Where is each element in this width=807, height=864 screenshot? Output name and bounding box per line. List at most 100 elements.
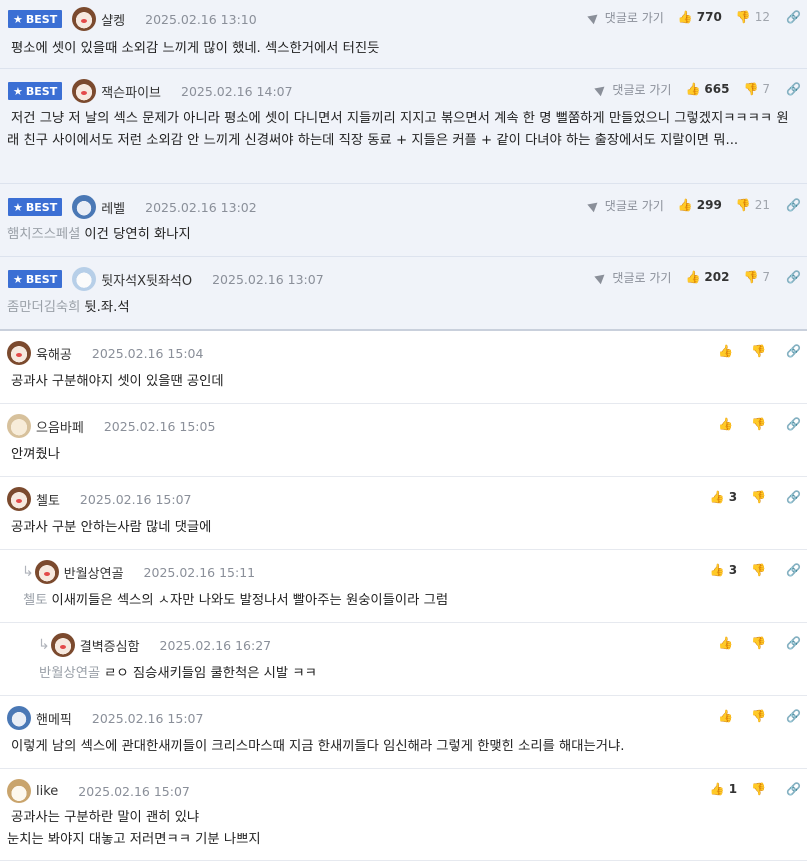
comment-author[interactable]: 첼토 xyxy=(36,490,60,509)
reply-target[interactable]: 햄치즈스페셜 xyxy=(7,227,80,242)
goto-comment-button[interactable]: 댓글로 가기 xyxy=(594,81,671,98)
thumbs-down-icon: 👎 xyxy=(751,344,767,358)
send-arrow-icon xyxy=(587,10,601,24)
downvote-button[interactable]: 👎 xyxy=(751,637,770,649)
reply-target[interactable]: 좀만더김숙희 xyxy=(7,300,80,315)
avatar[interactable] xyxy=(72,267,97,291)
avatar[interactable] xyxy=(7,487,31,511)
link-icon[interactable]: 🔗 xyxy=(786,82,801,96)
avatar[interactable] xyxy=(7,341,31,365)
comment-author[interactable]: 뒷자석X뒷좌석O xyxy=(101,270,192,289)
comment-text: 이건 당연히 화나지 xyxy=(84,227,191,242)
best-comment: ★ BEST 샬켕 2025.02.16 13:10 댓글로 가기 👍 770 👎 1… xyxy=(0,0,807,69)
comment-text: ㄹㅇ 짐승새키들임 쿨한척은 시발 ㅋㅋ xyxy=(104,666,317,681)
downvote-button[interactable]: 👎 12 xyxy=(736,10,770,24)
comment-date: 2025.02.16 15:07 xyxy=(78,783,190,799)
comment-author[interactable]: 육해공 xyxy=(36,344,72,363)
thumbs-up-icon: 👍 xyxy=(677,198,693,212)
comment-date: 2025.02.16 13:07 xyxy=(212,271,324,287)
link-icon[interactable]: 🔗 xyxy=(786,563,801,577)
downvote-button[interactable]: 👎 21 xyxy=(736,198,770,212)
goto-comment-button[interactable]: 댓글로 가기 xyxy=(594,269,671,286)
thumbs-up-icon: 👍 xyxy=(718,636,734,650)
comment-date: 2025.02.16 15:07 xyxy=(79,491,192,507)
upvote-button[interactable]: 👍 299 xyxy=(678,198,722,212)
comment-text: 저건 그냥 저 날의 섹스 문제가 아니라 평소에 셋이 다니면서 지들끼리 지… xyxy=(7,111,789,148)
comment-author[interactable]: like xyxy=(36,784,58,799)
reply-target[interactable]: 첼토 xyxy=(23,593,47,608)
comment-author[interactable]: 반월상연골 xyxy=(64,563,124,582)
comment-date: 2025.02.16 15:04 xyxy=(91,345,204,361)
link-icon[interactable]: 🔗 xyxy=(786,270,801,284)
comment-author[interactable]: 으음바페 xyxy=(36,417,84,436)
comment-author[interactable]: 결벽증심함 xyxy=(80,636,140,655)
star-icon: ★ xyxy=(13,12,23,26)
upvote-button[interactable]: 👍 1 xyxy=(710,782,737,796)
downvote-button[interactable]: 👎 xyxy=(751,783,770,795)
comment-text: 공과사 구분 안하는사람 많네 댓글에 xyxy=(11,520,212,535)
downvote-button[interactable]: 👎 7 xyxy=(743,82,770,96)
link-icon[interactable]: 🔗 xyxy=(786,709,801,723)
comment-author[interactable]: 잭슨파이브 xyxy=(101,82,161,101)
thumbs-down-icon: 👎 xyxy=(751,563,767,577)
comment-text: 공과사는 구분하란 말이 괜히 있냐 눈치는 봐야지 대놓고 저러면ㅋㅋ 기분 … xyxy=(7,810,261,847)
upvote-button[interactable]: 👍 202 xyxy=(685,270,729,284)
downvote-button[interactable]: 👎 xyxy=(751,564,770,576)
comment-date: 2025.02.16 13:02 xyxy=(145,199,257,215)
comment-author[interactable]: 샬켕 xyxy=(101,10,125,29)
best-badge: ★ BEST xyxy=(8,82,63,100)
avatar[interactable] xyxy=(7,706,31,730)
best-comment: ★ BEST 레벨 2025.02.16 13:02 댓글로 가기 👍 299 👎 2… xyxy=(0,184,807,257)
link-icon[interactable]: 🔗 xyxy=(786,636,801,650)
thumbs-up-icon: 👍 xyxy=(718,709,734,723)
comment: 으음바페 2025.02.16 15:05 👍 👎 🔗 안껴줬나 xyxy=(0,404,807,477)
upvote-button[interactable]: 👍 3 xyxy=(710,490,737,504)
downvote-button[interactable]: 👎 xyxy=(751,345,770,357)
avatar[interactable] xyxy=(50,633,75,657)
link-icon[interactable]: 🔗 xyxy=(786,10,801,24)
comment-author[interactable]: 핸메픽 xyxy=(36,709,72,728)
upvote-button[interactable]: 👍 3 xyxy=(710,563,737,577)
upvote-button[interactable]: 👍 xyxy=(718,710,737,722)
downvote-button[interactable]: 👎 xyxy=(751,710,770,722)
comment: 육해공 2025.02.16 15:04 👍 👎 🔗 공과사 구분해야지 셋이 … xyxy=(0,331,807,404)
link-icon[interactable]: 🔗 xyxy=(786,344,801,358)
reply-comment: ↳ 반월상연골 2025.02.16 15:11 👍 3 👎 🔗 첼토 이새끼들은 … xyxy=(0,550,807,623)
avatar[interactable] xyxy=(7,779,31,803)
comment-text: 공과사 구분해야지 셋이 있을땐 공인데 xyxy=(11,374,224,389)
comment-list: ★ BEST 샬켕 2025.02.16 13:10 댓글로 가기 👍 770 👎 1… xyxy=(0,0,807,861)
comment: 첼토 2025.02.16 15:07 👍 3 👎 🔗 공과사 구분 안하는사람 … xyxy=(0,477,807,550)
reply-target[interactable]: 반월상연골 xyxy=(39,666,100,681)
downvote-button[interactable]: 👎 7 xyxy=(743,270,770,284)
comment-date: 2025.02.16 15:07 xyxy=(91,710,204,726)
thumbs-down-icon: 👎 xyxy=(751,709,767,723)
upvote-button[interactable]: 👍 xyxy=(718,345,737,357)
avatar[interactable] xyxy=(72,7,97,31)
link-icon[interactable]: 🔗 xyxy=(786,417,801,431)
upvote-button[interactable]: 👍 xyxy=(718,637,737,649)
comment-text: 이새끼들은 섹스의 ㅅ자만 나와도 발정나서 빨아주는 원숭이들이라 그럼 xyxy=(51,593,449,608)
goto-comment-button[interactable]: 댓글로 가기 xyxy=(587,197,664,214)
upvote-button[interactable]: 👍 665 xyxy=(685,82,729,96)
thumbs-up-icon: 👍 xyxy=(685,270,701,284)
comment-date: 2025.02.16 13:10 xyxy=(145,11,257,27)
thumbs-up-icon: 👍 xyxy=(718,417,734,431)
comment-author[interactable]: 레벨 xyxy=(101,198,125,217)
avatar[interactable] xyxy=(72,79,97,103)
thumbs-down-icon: 👎 xyxy=(735,198,751,212)
best-badge: ★ BEST xyxy=(8,198,63,216)
downvote-button[interactable]: 👎 xyxy=(751,491,770,503)
goto-comment-button[interactable]: 댓글로 가기 xyxy=(587,9,664,26)
link-icon[interactable]: 🔗 xyxy=(786,782,801,796)
avatar[interactable] xyxy=(34,560,59,584)
avatar[interactable] xyxy=(72,195,97,219)
avatar[interactable] xyxy=(7,414,31,438)
link-icon[interactable]: 🔗 xyxy=(786,198,801,212)
thumbs-down-icon: 👎 xyxy=(743,270,759,284)
upvote-button[interactable]: 👍 770 xyxy=(678,10,722,24)
downvote-button[interactable]: 👎 xyxy=(751,418,770,430)
send-arrow-icon xyxy=(594,270,609,284)
reply-comment: ↳ 결벽증심함 2025.02.16 16:27 👍 👎 🔗 반월상연골 ㄹㅇ 짐… xyxy=(0,623,807,696)
link-icon[interactable]: 🔗 xyxy=(786,490,801,504)
upvote-button[interactable]: 👍 xyxy=(718,418,737,430)
